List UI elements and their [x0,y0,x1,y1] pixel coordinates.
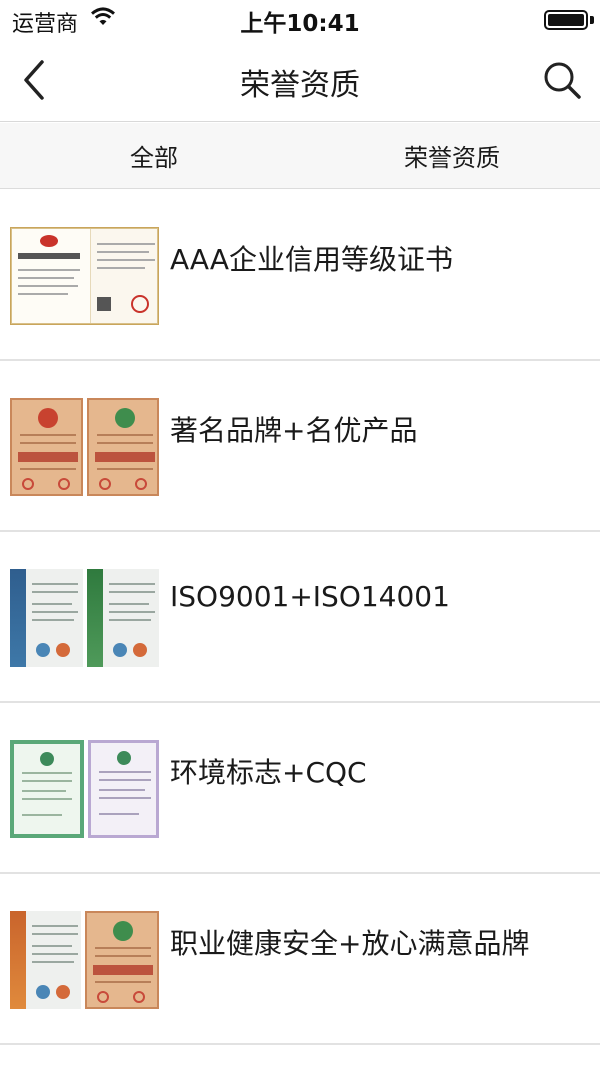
search-button[interactable] [540,58,584,102]
item-title: 著名品牌+名优产品 [170,414,418,447]
list-item[interactable]: 环境标志+CQC [0,703,600,874]
certificate-image [10,740,84,838]
page-title: 荣誉资质 [240,68,360,103]
certificate-thumbnail [10,569,159,667]
tab-honors[interactable]: 荣誉资质 [300,123,600,188]
certificate-thumbnail [10,398,159,496]
battery-tip [590,16,594,24]
item-title: AAA企业信用等级证书 [170,243,454,276]
certificate-image [86,569,159,667]
certificate-image [87,740,159,838]
tab-all[interactable]: 全部 [0,123,300,188]
certificate-image [10,398,83,496]
battery-fill [548,14,584,26]
status-bar: 运营商 上午10:41 [0,0,600,40]
certificate-image [84,911,159,1009]
list-item[interactable]: 职业健康安全+放心满意品牌 [0,874,600,1045]
certificate-image [11,228,158,324]
nav-bar: 荣誉资质 [0,40,600,122]
item-title: 环境标志+CQC [170,756,367,789]
search-icon [544,62,581,99]
filter-tabs: 全部 荣誉资质 [0,123,600,189]
item-title: 职业健康安全+放心满意品牌 [170,927,530,960]
certificate-thumbnail [10,227,159,325]
status-time: 上午10:41 [240,11,360,37]
list-item[interactable]: ISO9001+ISO14001 [0,532,600,703]
honor-list: AAA企业信用等级证书 著名品牌+名优产品 ISO9001+ISO14001 环… [0,190,600,1045]
list-item[interactable]: AAA企业信用等级证书 [0,190,600,361]
certificate-image [10,569,83,667]
chevron-left-icon [24,60,44,100]
list-item[interactable]: 著名品牌+名优产品 [0,361,600,532]
item-title: ISO9001+ISO14001 [170,580,450,613]
certificate-image [86,398,159,496]
battery-icon [544,10,588,30]
certificate-thumbnail [10,740,159,838]
certificate-image [10,911,81,1009]
certificate-thumbnail [10,911,159,1009]
back-button[interactable] [16,58,56,102]
